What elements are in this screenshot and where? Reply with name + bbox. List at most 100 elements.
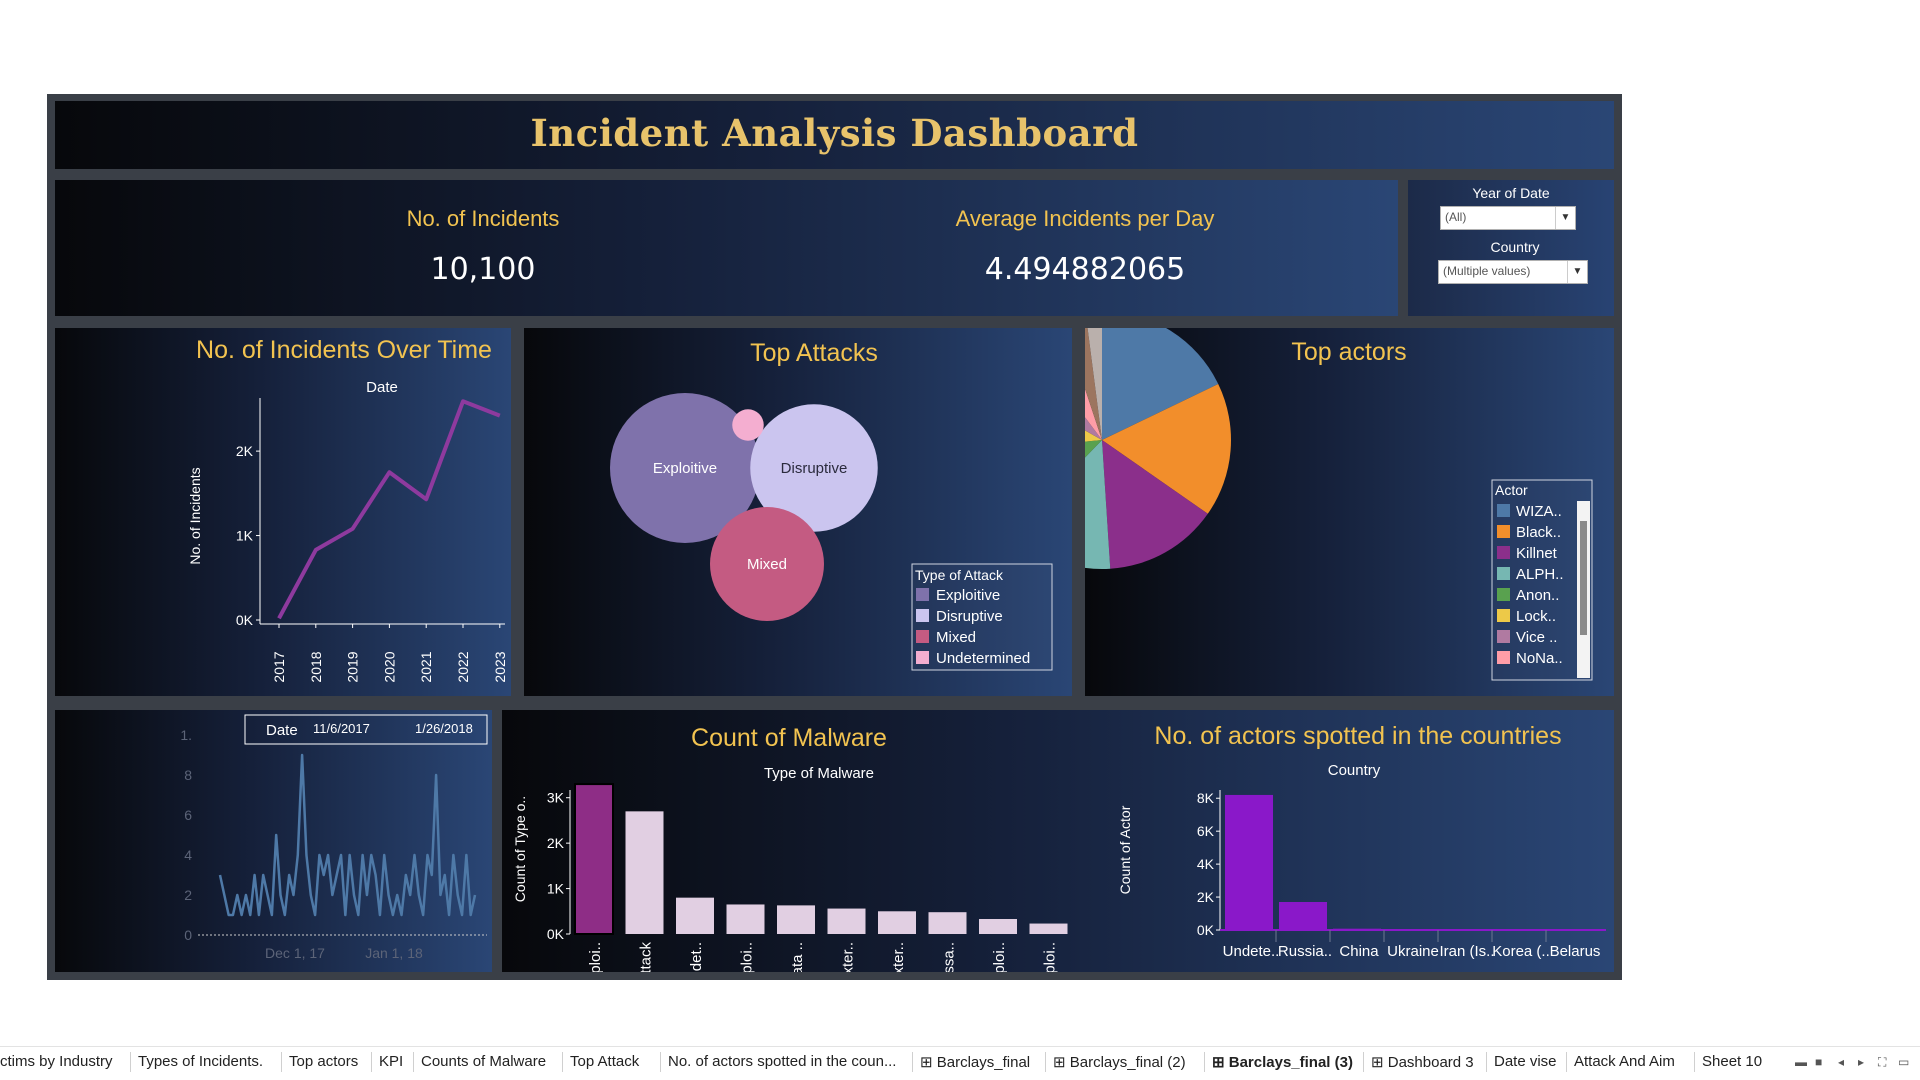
x-tick-label: Data Attack [638,942,655,972]
top-attacks-panel: Top Attacks Type of Attack Exploitive Dis… [524,328,1072,696]
sheet-tab[interactable]: Types of Incidents. [138,1053,263,1070]
attack-type-legend[interactable]: Type of Attack Exploitive Disruptive Mixed… [911,563,1053,671]
y-tick-label: 4 [184,847,192,863]
kpi-incidents-value: 10,100 [430,252,536,287]
tableau-workspace: Incident Analysis Dashboard No. of Incid… [0,0,1920,1080]
presentation-icon[interactable]: ▭ [1898,1056,1910,1068]
bubble-label: Mixed [747,556,787,573]
incidents-by-date-chart[interactable]: Date 11/6/2017 1/26/2018 0 2 4 6 8 1. Dec 1, 1… [55,710,492,972]
incidents-line [277,399,501,620]
malware-bar [726,904,765,934]
legend-label: NoNa.. [1516,650,1563,667]
malware-bar [1029,923,1068,934]
filter-panel: Year of Date (All) ▼ Country (Multiple v… [1408,180,1614,316]
sheet-tab[interactable]: ⊞ Barclays_final (3) [1212,1053,1353,1071]
chart-title: No. of actors spotted in the countries [1154,722,1561,750]
bubble-label: Exploitive [653,460,717,477]
chevron-down-icon[interactable]: ▼ [1555,207,1575,229]
sheet-tab-label: Attack And Aim [1574,1053,1675,1070]
x-tick-label: Exploi.. [991,942,1008,972]
incidents-by-date-panel: Date 11/6/2017 1/26/2018 0 2 4 6 8 1. Dec 1, 1… [55,710,492,972]
chart-title: Top Attacks [750,339,878,367]
chart-title: Count of Malware [691,724,887,752]
x-tick-label: Data .. [789,942,806,972]
chevron-down-icon[interactable]: ▼ [1567,261,1587,283]
y-tick-label: 8K [1197,790,1215,806]
legend-swatch [1497,525,1510,538]
filmstrip-view-icon[interactable]: ▬ [1795,1056,1807,1068]
tab-divider [371,1052,372,1072]
sheet-sorter-icon[interactable]: ⛶ [1878,1056,1890,1068]
tab-divider [660,1052,661,1072]
sheet-tab-label: Sheet 10 [1702,1053,1763,1070]
tab-divider [562,1052,563,1072]
actor-legend[interactable]: Actor WIZA.. Black.. Killnet ALPH.. Anon.. Lo… [1491,479,1593,681]
malware-bar [574,783,614,936]
dashboard-icon: ⊞ [920,1054,937,1071]
y-tick-label: 0 [184,927,192,943]
sheet-tab[interactable]: Top actors [289,1053,358,1070]
scroll-left-icon[interactable]: ◂ [1838,1056,1850,1068]
sheet-tab[interactable]: KPI [379,1053,403,1070]
y-tick-label: 4K [1197,856,1215,872]
sheet-tab[interactable]: No. of actors spotted in the coun... [668,1053,896,1070]
legend-swatch [1497,588,1510,601]
legend-label: Anon.. [1516,587,1559,604]
sheet-tab-label: Top actors [289,1053,359,1070]
sheet-tab-bar: ctims by Industry Types of Incidents. Top … [0,1046,1920,1076]
year-filter-dropdown[interactable]: (All) ▼ [1440,206,1576,230]
sheet-tab[interactable]: ⊞ Dashboard 3 [1371,1053,1474,1071]
legend-scrollbar-thumb[interactable] [1580,521,1587,635]
sheet-tab-label: Barclays_final [936,1054,1031,1071]
y-tick-label: 2K [1197,889,1215,905]
x-tick-label: Exter.. [890,942,907,972]
legend-label: Lock.. [1516,608,1556,625]
tab-divider [1566,1052,1567,1072]
y-tick-label: 1K [547,881,565,897]
legend-title: Actor [1495,482,1528,498]
sheet-tab[interactable]: ⊞ Barclays_final (2) [1053,1053,1186,1071]
sheet-tab[interactable]: Top Attack [570,1053,639,1070]
sheet-tab[interactable]: Counts of Malware [421,1053,546,1070]
sheet-tab-label: Types of Incidents. [138,1053,264,1070]
date-range-filter[interactable]: Date 11/6/2017 1/26/2018 [244,714,488,745]
legend-label: Disruptive [936,608,1003,625]
date-range-start[interactable]: 11/6/2017 [313,721,370,736]
sheet-tab-label: ctims by Industry [0,1053,113,1070]
title-panel: Incident Analysis Dashboard [55,101,1614,169]
tab-view-icon[interactable]: ■ [1815,1056,1827,1068]
x-tick-label: Korea (.. [1492,943,1550,960]
x-tick-label: China [1339,943,1379,960]
count-of-malware-chart[interactable]: Count of Malware Type of Malware Count o… [502,710,1614,972]
legend-label: Vice .. [1516,629,1557,646]
scroll-right-icon[interactable]: ▸ [1858,1056,1870,1068]
kpi-panel: No. of Incidents 10,100 Average Incident… [55,180,1398,316]
y-tick-label: 0K [1197,922,1215,938]
sheet-tab[interactable]: Sheet 10 [1702,1053,1762,1070]
x-axis-title: Type of Malware [764,765,874,782]
x-tick-label: Exploi.. [587,942,604,972]
country-filter-dropdown[interactable]: (Multiple values) ▼ [1438,260,1588,284]
sheet-tab[interactable]: Attack And Aim [1574,1053,1675,1070]
top-attacks-chart[interactable]: Top Attacks Type of Attack Exploitive Dis… [524,328,1072,696]
incidents-over-time-chart[interactable]: No. of Incidents Over Time Date No. of I… [55,328,511,696]
actors-by-country-chart[interactable]: No. of actors spotted in the countries C… [1117,722,1606,960]
top-actors-chart[interactable]: Top actors Actor WIZA.. Black.. Killnet ALP… [1085,328,1614,696]
x-tick-label: Exploi.. [1042,942,1059,972]
sheet-tab[interactable]: ⊞ Barclays_final [920,1053,1030,1071]
chart-title: No. of Incidents Over Time [196,336,492,364]
malware-bar [928,912,967,934]
tab-divider [1204,1052,1205,1072]
tab-divider [1045,1052,1046,1072]
y-tick-label: 6K [1197,823,1215,839]
y-tick-label: 0K [547,926,565,942]
tab-divider [130,1052,131,1072]
malware-bar [979,919,1017,934]
legend-label: ALPH.. [1516,566,1564,583]
x-tick-label: 2018 [308,651,324,682]
legend-label: Undetermined [936,650,1030,667]
y-tick-label: 1. [180,727,192,743]
date-range-end[interactable]: 1/26/2018 [415,721,473,736]
sheet-tab[interactable]: ctims by Industry [0,1053,113,1070]
sheet-tab[interactable]: Date vise [1494,1053,1557,1070]
